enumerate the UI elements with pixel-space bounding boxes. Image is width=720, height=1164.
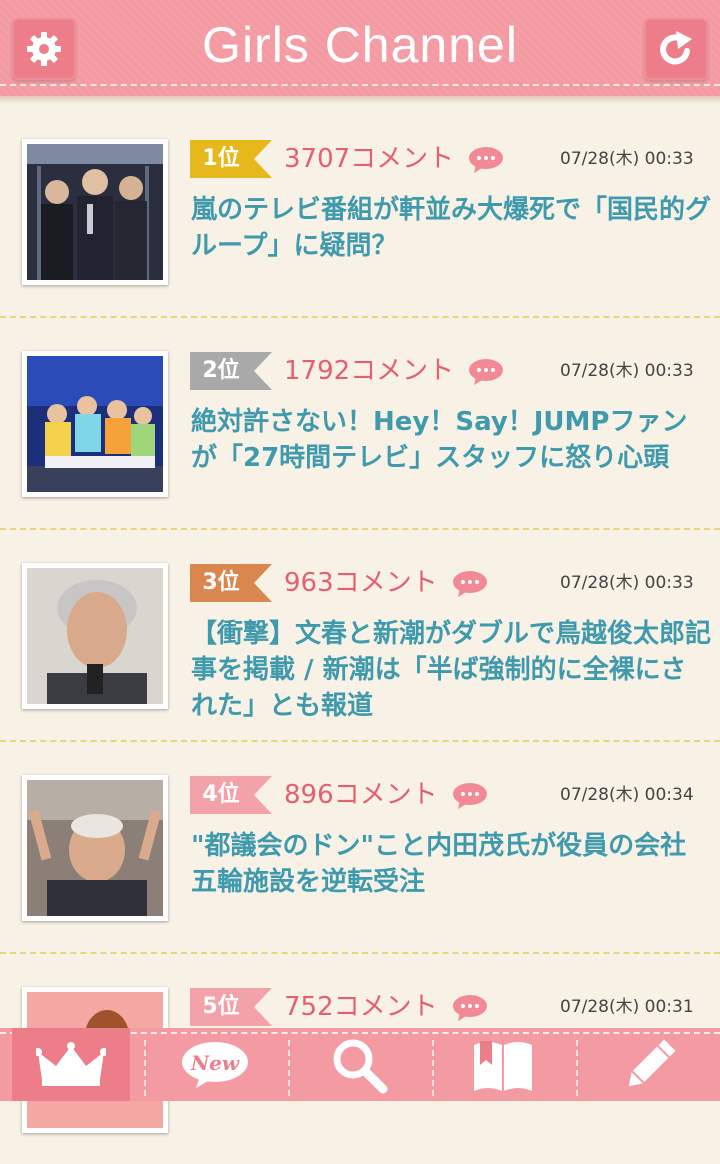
rank-label: 4位 [202,782,240,807]
comment-count: 963コメント [284,568,438,598]
post-date: 07/28(木) 00:31 [560,997,694,1017]
comment-count: 752コメント [284,992,438,1022]
nav-favorites[interactable] [436,1028,570,1101]
nav-ranking[interactable] [12,1028,130,1101]
nav-divider [432,1040,434,1096]
rank-badge: 1位 [190,140,272,178]
nav-new[interactable]: New [150,1028,280,1101]
topic-title[interactable]: 【衝撃】文春と新潮がダブルで鳥越俊太郎記事を掲載 / 新潮は「半ば強制的に全裸に… [191,616,711,724]
comment-bubble-icon [453,571,487,597]
pencil-icon [628,1039,676,1086]
rank-badge: 5位 [190,988,272,1026]
cheering-photo [27,780,163,916]
post-date: 07/28(木) 00:33 [560,149,694,169]
thumbnail [22,139,168,285]
app-title: Girls Channel [202,17,518,73]
rank-badge: 2位 [190,352,272,390]
comment-bubble-icon [453,995,487,1021]
post-date: 07/28(木) 00:34 [560,785,694,805]
nav-post[interactable] [580,1028,720,1101]
bottom-nav: New [0,1028,720,1101]
thumbnail [22,563,168,709]
crown-icon [36,1041,106,1086]
post-date: 07/28(木) 00:33 [560,361,694,381]
nav-search[interactable] [292,1028,426,1101]
comment-bubble-icon [469,359,503,385]
list-item[interactable]: 1位 3707コメント 07/28(木) 00:33 嵐のテレビ番組が軒並み大爆… [0,104,720,318]
list-item[interactable]: 2位 1792コメント 07/28(木) 00:33 絶対許さない！Hey！Sa… [0,316,720,530]
group-photo [27,144,163,280]
app-header: Girls Channel [0,0,720,96]
refresh-button[interactable] [644,18,708,80]
search-icon [333,1039,388,1093]
portrait-photo [27,568,163,704]
topic-title[interactable]: 絶対許さない！Hey！Say！JUMPファンが「27時間テレビ」スタッフに怒り心… [191,404,711,476]
post-date: 07/28(木) 00:33 [560,573,694,593]
thumbnail [22,351,168,497]
comment-count: 1792コメント [284,356,455,386]
rank-badge: 4位 [190,776,272,814]
comment-bubble-icon [469,147,503,173]
comment-bubble-icon [453,783,487,809]
list-item[interactable]: 4位 896コメント 07/28(木) 00:34 "都議会のドン"こと内田茂氏… [0,740,720,954]
list-item[interactable]: 3位 963コメント 07/28(木) 00:33 【衝撃】文春と新潮がダブルで… [0,528,720,742]
new-bubble-icon: New [182,1041,248,1088]
comment-count: 896コメント [284,780,438,810]
refresh-icon [660,31,692,65]
stage-photo [27,356,163,492]
rank-label: 1位 [202,146,240,171]
header-shadow [0,96,720,104]
nav-divider [144,1040,146,1096]
thumbnail [22,775,168,921]
rank-label: 5位 [202,994,240,1019]
topic-title[interactable]: 嵐のテレビ番組が軒並み大爆死で「国民的グループ」に疑問？ [191,192,711,264]
rank-label: 3位 [202,570,240,595]
topic-title[interactable]: "都議会のドン"こと内田茂氏が役員の会社 五輪施設を逆転受注 [191,828,712,900]
nav-divider [288,1040,290,1096]
nav-divider [576,1040,578,1096]
rank-label: 2位 [202,358,240,383]
bookmark-book-icon [474,1040,532,1091]
rank-badge: 3位 [190,564,272,602]
new-label: New [190,1051,240,1075]
comment-count: 3707コメント [284,144,455,174]
